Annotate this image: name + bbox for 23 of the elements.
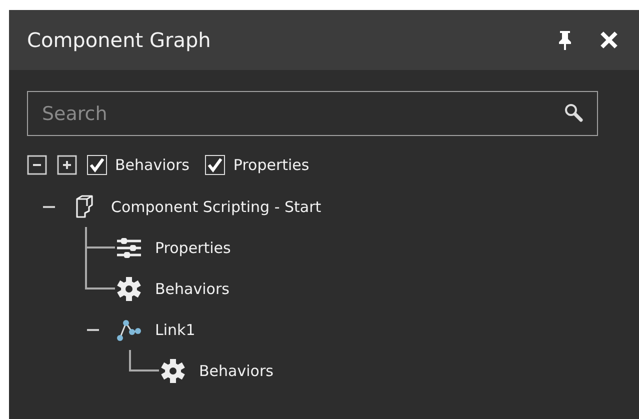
check-icon <box>89 157 105 173</box>
tree-item[interactable]: Behaviors <box>155 280 230 298</box>
tree-connector-line <box>129 350 159 372</box>
pin-button[interactable] <box>557 30 573 50</box>
check-icon <box>207 157 224 173</box>
search-icon <box>564 103 584 123</box>
search-field[interactable]: Search <box>27 91 598 136</box>
expand-all-button[interactable] <box>57 155 77 175</box>
window-title: Component Graph <box>27 28 212 52</box>
tree-item[interactable]: Link1 <box>155 320 196 338</box>
gear-icon <box>115 276 143 302</box>
filter-checkbox[interactable]: Properties <box>205 155 310 175</box>
close-button[interactable] <box>599 30 619 50</box>
collapse-all-button[interactable] <box>27 155 47 175</box>
nodes-icon <box>115 318 143 342</box>
tree-item[interactable]: Component Scripting - Start <box>111 198 322 216</box>
filter-checkbox[interactable]: Behaviors <box>87 155 190 175</box>
minus-icon <box>87 328 99 330</box>
tree-item[interactable]: Behaviors <box>199 362 274 380</box>
gear-icon <box>159 358 187 384</box>
tree-item[interactable]: Properties <box>155 238 231 256</box>
minus-icon <box>43 206 55 208</box>
sliders-icon <box>115 236 143 260</box>
